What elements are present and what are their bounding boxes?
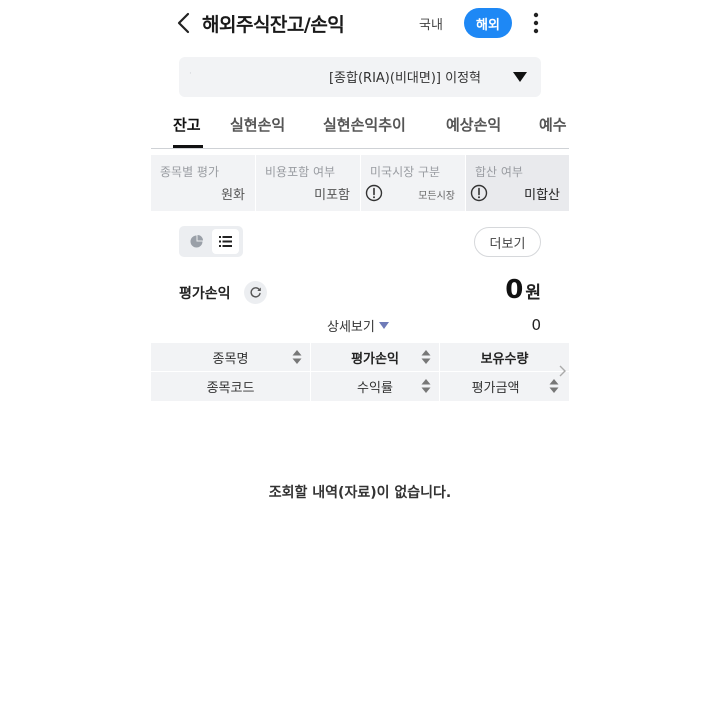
more-button[interactable]: 더보기 xyxy=(474,227,541,257)
col-eval-amount[interactable]: 평가금액 xyxy=(440,372,551,400)
col-holding-qty[interactable]: 보유수량 xyxy=(440,343,569,371)
fee-filter[interactable]: 비용포함 여부 미포함 xyxy=(256,155,360,211)
col-eval-pl-label: 평가손익 xyxy=(351,351,399,367)
app-screen: 해외주식잔고/손익 국내 해외 · [종합(RIA)(비대면)] 이정혁 잔고 … xyxy=(151,0,569,720)
sort-icon[interactable] xyxy=(421,378,431,394)
sort-icon[interactable] xyxy=(549,378,559,394)
sum-filter-label: 합산 여부 xyxy=(475,165,523,179)
col-return-rate[interactable]: 수익률 xyxy=(311,372,439,400)
overseas-tab[interactable]: 해외 xyxy=(464,8,512,38)
eval-pl-value: 0 xyxy=(505,275,524,305)
detail-view-toggle[interactable]: 상세보기 xyxy=(327,316,389,335)
header: 해외주식잔고/손익 국내 해외 xyxy=(151,0,569,48)
col-holding-qty-label: 보유수량 xyxy=(480,351,529,367)
detail-value: 0 xyxy=(531,316,541,334)
pie-chart-icon xyxy=(190,235,203,248)
eval-pl-label: 평가손익 xyxy=(179,286,231,302)
info-icon[interactable] xyxy=(470,184,488,202)
dropdown-caret-icon xyxy=(513,72,527,82)
market-filter-label: 미국시장 구분 xyxy=(370,165,441,179)
col-eval-amount-label: 평가금액 xyxy=(471,380,520,396)
fee-filter-value: 미포함 xyxy=(314,188,350,203)
more-vertical-icon[interactable] xyxy=(528,10,544,36)
valuation-filter-value: 원화 xyxy=(221,188,245,203)
domestic-tab[interactable]: 국내 xyxy=(419,14,443,33)
eval-pl-unit: 원 xyxy=(525,283,541,303)
account-name: [종합(RIA)(비대면)] 이정혁 xyxy=(328,71,481,86)
valuation-filter[interactable]: 종목별 평가 원화 xyxy=(151,155,255,211)
col-stock-code[interactable]: 종목코드 xyxy=(151,372,310,400)
info-icon[interactable] xyxy=(365,184,383,202)
col-eval-pl[interactable]: 평가손익 xyxy=(311,343,439,371)
filter-bar: 종목별 평가 원화 비용포함 여부 미포함 미국시장 구분 모든시장 합산 여부 xyxy=(151,155,569,211)
empty-state-message: 조회할 내역(자료)이 없습니다. xyxy=(268,485,452,501)
back-arrow-icon[interactable] xyxy=(173,10,197,36)
refresh-icon xyxy=(250,287,261,298)
sort-icon[interactable] xyxy=(421,349,431,365)
col-stock-name-label: 종목명 xyxy=(212,351,249,367)
subtab-expected-pl[interactable]: 예상손익 xyxy=(446,114,501,135)
list-view-button[interactable] xyxy=(212,229,239,254)
account-selector[interactable]: · [종합(RIA)(비대면)] 이정혁 xyxy=(179,57,541,97)
subtab-realized-pl[interactable]: 실현손익 xyxy=(230,114,285,135)
col-return-rate-label: 수익률 xyxy=(357,380,393,396)
subtab-realized-pl-trend[interactable]: 실현손익추이 xyxy=(323,114,406,135)
market-filter[interactable]: 미국시장 구분 모든시장 xyxy=(361,155,465,211)
eval-pl-amount: 0원 xyxy=(505,275,541,305)
view-toggle xyxy=(179,226,243,257)
sum-filter[interactable]: 합산 여부 미합산 xyxy=(466,155,569,211)
valuation-filter-label: 종목별 평가 xyxy=(160,165,220,179)
detail-view-label: 상세보기 xyxy=(327,320,375,335)
subtab-deposit[interactable]: 예수 xyxy=(539,114,567,135)
account-number: · xyxy=(189,69,192,79)
subtab-balance[interactable]: 잔고 xyxy=(173,114,201,135)
list-icon xyxy=(219,236,232,247)
refresh-button[interactable] xyxy=(244,281,267,304)
col-stock-name[interactable]: 종목명 xyxy=(151,343,310,371)
table-header: 종목명 종목코드 평가손익 수익률 보유수량 평가금액 xyxy=(151,343,569,401)
sort-icon[interactable] xyxy=(292,349,302,365)
caret-down-icon xyxy=(378,322,389,329)
fee-filter-label: 비용포함 여부 xyxy=(265,165,336,179)
pie-view-button[interactable] xyxy=(183,229,210,254)
col-stock-code-label: 종목코드 xyxy=(206,380,255,396)
sum-filter-value: 미합산 xyxy=(524,188,560,203)
page-title: 해외주식잔고/손익 xyxy=(202,14,345,36)
subtab-bar: 잔고 실현손익 실현손익추이 예상손익 예수 xyxy=(151,108,569,149)
chevron-right-icon[interactable] xyxy=(558,364,567,378)
market-filter-value: 모든시장 xyxy=(418,191,455,202)
active-tab-indicator xyxy=(173,145,203,148)
